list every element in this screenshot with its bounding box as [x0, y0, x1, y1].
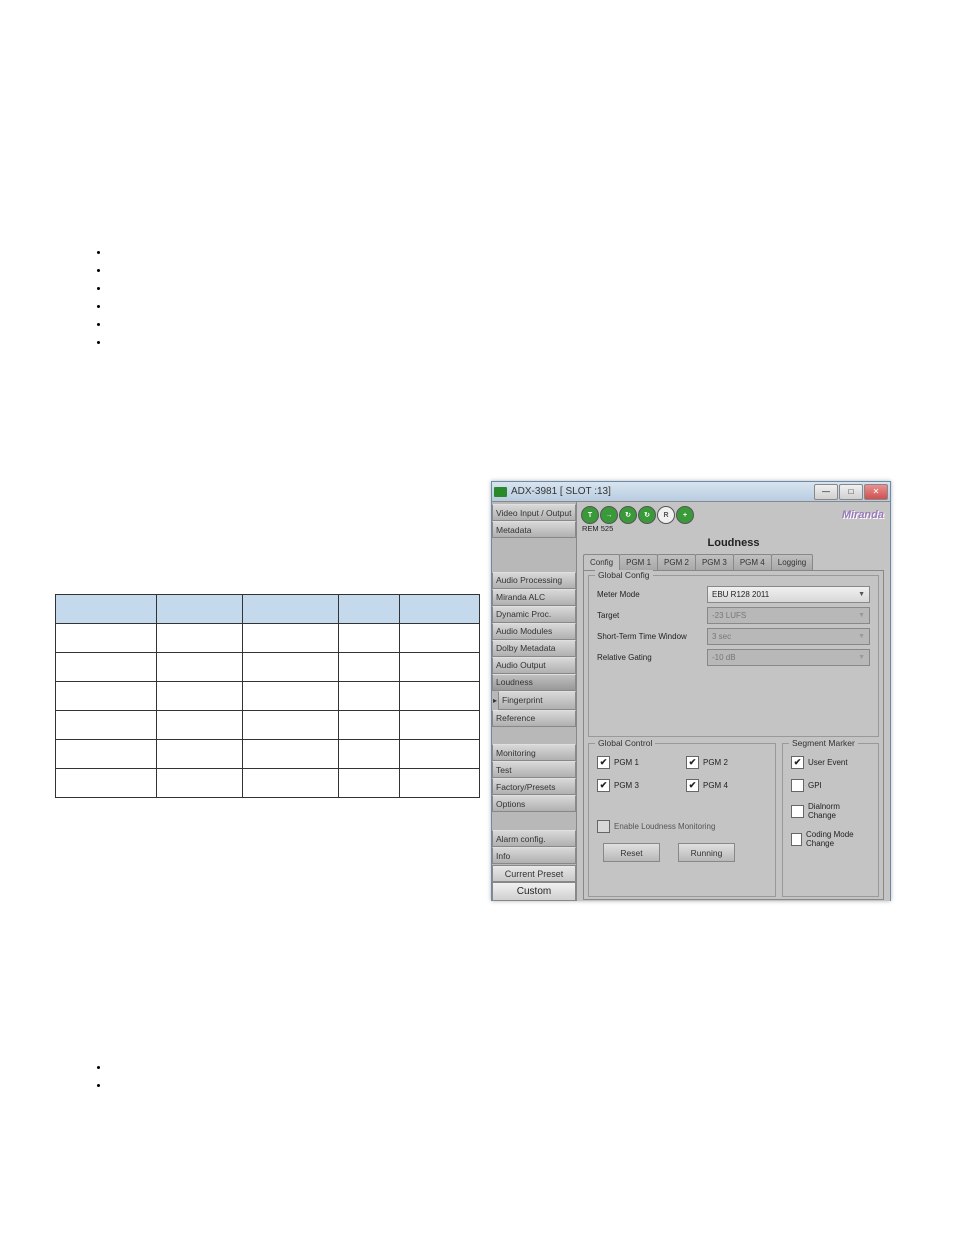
- bg-bullet-list-1: [70, 241, 113, 355]
- checkbox-icon: [597, 820, 610, 833]
- close-button[interactable]: ✕: [864, 484, 888, 500]
- checkbox-icon: ✔: [597, 779, 610, 792]
- reset-button[interactable]: Reset: [603, 843, 660, 862]
- tab-config[interactable]: Config: [583, 554, 620, 570]
- sidebar-item-alarm-config[interactable]: Alarm config.: [492, 830, 576, 847]
- tab-logging[interactable]: Logging: [771, 554, 813, 570]
- sidebar-item-test[interactable]: Test: [492, 761, 576, 778]
- tab-content: Global Config Meter Mode EBU R128 2011 T…: [583, 570, 884, 900]
- sidebar-item-dynamic-proc[interactable]: Dynamic Proc.: [492, 606, 576, 623]
- tab-pgm2[interactable]: PGM 2: [657, 554, 696, 570]
- status-icon-refresh1[interactable]: ↻: [619, 506, 637, 524]
- coding-mode-checkbox[interactable]: Coding Mode Change: [791, 830, 870, 848]
- enable-loudness-checkbox[interactable]: Enable Loudness Monitoring: [597, 820, 767, 833]
- sidebar-item-factory-presets[interactable]: Factory/Presets: [492, 778, 576, 795]
- global-control-legend: Global Control: [595, 738, 655, 748]
- gating-select: -10 dB: [707, 649, 870, 666]
- window-title: ADX-3981 [ SLOT :13]: [511, 486, 814, 497]
- app-window: ADX-3981 [ SLOT :13] — □ ✕ Video Input /…: [491, 481, 891, 901]
- user-event-checkbox[interactable]: ✔ User Event: [791, 756, 870, 769]
- sidebar-item-audio-output[interactable]: Audio Output: [492, 657, 576, 674]
- miranda-logo: Miranda: [842, 509, 884, 521]
- global-config-fieldset: Global Config Meter Mode EBU R128 2011 T…: [588, 575, 879, 737]
- window-label: Short-Term Time Window: [597, 632, 707, 641]
- gpi-checkbox[interactable]: GPI: [791, 779, 870, 792]
- titlebar[interactable]: ADX-3981 [ SLOT :13] — □ ✕: [492, 482, 890, 502]
- status-icon-refresh2[interactable]: ↻: [638, 506, 656, 524]
- tab-bar: Config PGM 1 PGM 2 PGM 3 PGM 4 Logging: [579, 554, 888, 570]
- custom-preset-button[interactable]: Custom: [492, 882, 576, 901]
- global-config-legend: Global Config: [595, 570, 653, 580]
- target-select: -23 LUFS: [707, 607, 870, 624]
- meter-mode-label: Meter Mode: [597, 590, 707, 599]
- maximize-button[interactable]: □: [839, 484, 863, 500]
- sidebar-item-audio-processing[interactable]: Audio Processing: [492, 572, 576, 589]
- sidebar-item-miranda-alc[interactable]: Miranda ALC: [492, 589, 576, 606]
- checkbox-icon: ✔: [686, 756, 699, 769]
- sidebar-item-loudness[interactable]: Loudness: [492, 674, 576, 691]
- app-icon: [494, 487, 507, 497]
- bg-bullet-list-2: [70, 1056, 113, 1098]
- sidebar: Video Input / Output Metadata Audio Proc…: [492, 502, 577, 901]
- dialnorm-checkbox[interactable]: Dialnorm Change: [791, 802, 870, 820]
- status-icon-tp[interactable]: T: [581, 506, 599, 524]
- sidebar-item-audio-modules[interactable]: Audio Modules: [492, 623, 576, 640]
- global-control-fieldset: Global Control ✔ PGM 1 ✔ PGM 2: [588, 743, 776, 897]
- tab-pgm4[interactable]: PGM 4: [733, 554, 772, 570]
- checkbox-icon: ✔: [686, 779, 699, 792]
- pgm1-checkbox[interactable]: ✔ PGM 1: [597, 756, 678, 769]
- window-select: 3 sec: [707, 628, 870, 645]
- checkbox-icon: [791, 779, 804, 792]
- segment-marker-fieldset: Segment Marker ✔ User Event GPI: [782, 743, 879, 897]
- sidebar-item-fingerprint[interactable]: Fingerprint: [498, 691, 576, 710]
- sidebar-item-info[interactable]: Info: [492, 847, 576, 864]
- status-icon-plus[interactable]: +: [676, 506, 694, 524]
- sidebar-item-monitoring[interactable]: Monitoring: [492, 744, 576, 761]
- checkbox-icon: [791, 805, 804, 818]
- panel-title: Loudness: [579, 537, 888, 549]
- sidebar-item-video-io[interactable]: Video Input / Output: [492, 504, 576, 521]
- meter-mode-select[interactable]: EBU R128 2011: [707, 586, 870, 603]
- checkbox-icon: [791, 833, 802, 846]
- minimize-button[interactable]: —: [814, 484, 838, 500]
- status-icon-row: T → ↻ ↻ R + Miranda: [579, 504, 888, 526]
- sidebar-item-reference[interactable]: Reference: [492, 710, 576, 727]
- checkbox-icon: ✔: [597, 756, 610, 769]
- checkbox-icon: ✔: [791, 756, 804, 769]
- gating-label: Relative Gating: [597, 653, 707, 662]
- target-label: Target: [597, 611, 707, 620]
- tab-pgm1[interactable]: PGM 1: [619, 554, 658, 570]
- running-button[interactable]: Running: [678, 843, 735, 862]
- main-panel: T → ↻ ↻ R + Miranda REM 525 Loudness Con…: [577, 502, 890, 901]
- tab-pgm3[interactable]: PGM 3: [695, 554, 734, 570]
- bg-table: [55, 594, 480, 798]
- pgm4-checkbox[interactable]: ✔ PGM 4: [686, 779, 767, 792]
- segment-marker-legend: Segment Marker: [789, 738, 858, 748]
- status-icon-arrow[interactable]: →: [600, 506, 618, 524]
- pgm3-checkbox[interactable]: ✔ PGM 3: [597, 779, 678, 792]
- sub-label: REM 525: [579, 524, 888, 533]
- sidebar-item-metadata[interactable]: Metadata: [492, 521, 576, 538]
- status-icon-ref[interactable]: R: [657, 506, 675, 524]
- sidebar-item-options[interactable]: Options: [492, 795, 576, 812]
- current-preset-label: Current Preset: [492, 865, 576, 882]
- pgm2-checkbox[interactable]: ✔ PGM 2: [686, 756, 767, 769]
- sidebar-item-dolby-metadata[interactable]: Dolby Metadata: [492, 640, 576, 657]
